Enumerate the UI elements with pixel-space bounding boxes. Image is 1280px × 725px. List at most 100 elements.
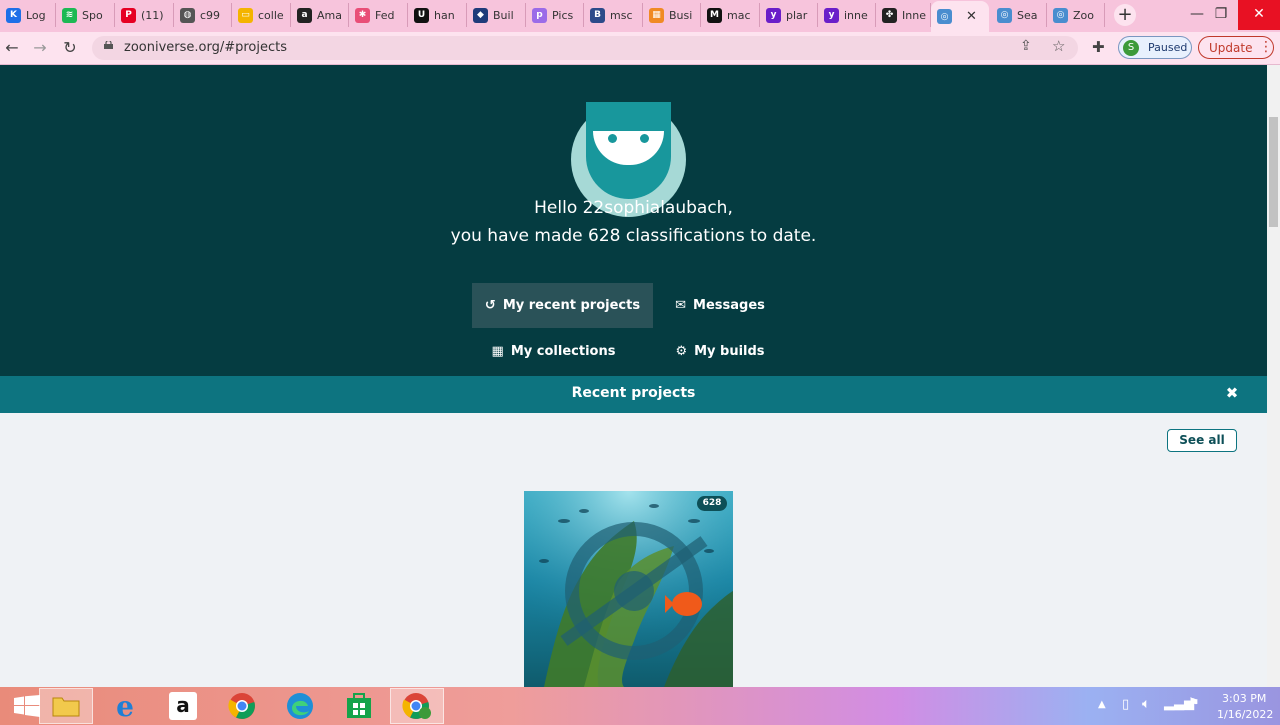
new-tab-button[interactable]: + <box>1114 4 1136 26</box>
profile-button[interactable]: S Paused <box>1118 36 1192 59</box>
avatar-face <box>586 102 671 199</box>
tab-favicon-icon: K <box>6 7 21 23</box>
maximize-button[interactable]: ❐ <box>1200 0 1242 30</box>
scroll-thumb[interactable] <box>1269 117 1278 227</box>
profile-hero: Hello 22sophialaubach, you have made 628… <box>0 65 1267 376</box>
ie-icon: e <box>116 689 134 723</box>
browser-tab[interactable]: ◎ Sea <box>991 3 1047 27</box>
update-button[interactable]: Update ⋮ <box>1198 36 1274 59</box>
tab-favicon-icon: ◎ <box>1053 7 1068 23</box>
browser-tab[interactable]: ▭ colle <box>232 3 291 27</box>
tab-favicon-icon: M <box>707 7 722 23</box>
window-close-button[interactable]: ✕ <box>1238 0 1280 30</box>
volume-icon[interactable]: 🔈︎ <box>1142 696 1150 712</box>
share-icon[interactable]: ⇪ <box>1020 38 1032 54</box>
tab-title: mac <box>727 8 751 22</box>
tab-favicon-icon: ✱ <box>355 7 370 23</box>
folder-icon <box>52 697 80 717</box>
classification-count-badge: 628 <box>697 496 727 511</box>
chrome-taskbar[interactable] <box>215 688 269 724</box>
browser-tab[interactable]: ▦ Busi <box>643 3 701 27</box>
browser-tab[interactable]: ◎ ✕ <box>931 1 989 32</box>
tab-title: c99 <box>200 8 221 22</box>
browser-tab[interactable]: P (11) <box>115 3 174 27</box>
see-all-button[interactable]: See all <box>1167 429 1237 452</box>
action-center-icon[interactable]: ⚑ <box>1188 696 1200 711</box>
tab-favicon-icon: p <box>532 7 547 23</box>
store-taskbar[interactable] <box>332 688 386 724</box>
tab-title: Sea <box>1017 8 1038 22</box>
browser-tab[interactable]: ◆ Buil <box>467 3 526 27</box>
page-scrollbar[interactable] <box>1267 65 1280 687</box>
browser-tab[interactable]: y inne <box>818 3 876 27</box>
tab-favicon-icon: U <box>414 7 429 23</box>
nav-collections-label: My collections <box>510 344 616 359</box>
edge-taskbar[interactable] <box>273 688 327 724</box>
browser-tab[interactable]: p Pics <box>526 3 584 27</box>
browser-tab[interactable]: Uhan <box>408 3 467 27</box>
tab-favicon-icon: a <box>297 7 312 23</box>
file-explorer-taskbar[interactable] <box>39 688 93 724</box>
clock-time[interactable]: 3:03 PM <box>1222 692 1266 705</box>
browser-tab[interactable]: ◍ c99 <box>174 3 232 27</box>
nav-recent-projects[interactable]: ↺ My recent projects <box>472 283 653 328</box>
address-bar[interactable]: zooniverse.org/#projects ⇪ ☆ <box>92 36 1078 60</box>
browser-tab[interactable]: a Ama <box>291 3 349 27</box>
history-icon: ↺ <box>484 298 496 313</box>
nav-recent-label: My recent projects <box>502 298 641 313</box>
tab-favicon-icon: ✤ <box>882 7 897 23</box>
browser-tab[interactable]: ≋ Spo <box>56 3 115 27</box>
tab-close-icon[interactable]: ✕ <box>966 9 977 24</box>
lock-icon <box>104 41 113 49</box>
envelope-icon: ✉ <box>675 298 687 313</box>
amazon-taskbar[interactable]: a <box>156 688 210 724</box>
tab-favicon-icon: ≋ <box>62 7 77 23</box>
edge-icon <box>287 693 313 719</box>
nav-my-collections[interactable]: ▦ My collections <box>472 329 635 374</box>
back-icon[interactable]: ← <box>2 38 22 58</box>
tab-title: (11) <box>141 8 164 22</box>
tab-favicon-icon: ▦ <box>649 7 664 23</box>
browser-tab[interactable]: y plar <box>760 3 818 27</box>
menu-dots-icon: ⋮ <box>1259 39 1273 55</box>
tab-title: plar <box>786 8 808 22</box>
internet-explorer-taskbar[interactable]: e <box>98 688 152 724</box>
browser-tab[interactable]: ◎ Zoo <box>1047 3 1105 27</box>
nav-messages[interactable]: ✉ Messages <box>650 283 790 328</box>
tab-favicon-icon: ◎ <box>937 9 952 24</box>
tab-favicon-icon: ▭ <box>238 7 253 23</box>
browser-tab[interactable]: Bmsc <box>584 3 643 27</box>
avatar: S <box>1123 40 1139 56</box>
extensions-icon[interactable]: ✚ <box>1092 38 1105 56</box>
tab-favicon-icon: B <box>590 7 605 23</box>
forward-icon[interactable]: → <box>30 38 50 58</box>
browser-tab[interactable]: K Log <box>0 3 56 27</box>
browser-tab[interactable]: Mmac <box>701 3 760 27</box>
classification-summary: you have made 628 classifications to dat… <box>450 226 817 246</box>
tab-title: Inne <box>902 8 926 22</box>
tab-strip: K Log ≋ Spo P (11) ◍ c99 ▭ colle a Ama ✱ Fed Uhan ◆ Buil… <box>0 0 1280 32</box>
grid-icon: ▦ <box>491 344 504 359</box>
clock-date[interactable]: 1/16/2022 <box>1217 708 1273 721</box>
avatar-eyes <box>593 131 664 165</box>
store-icon <box>347 693 371 718</box>
greeting: Hello 22sophialaubach, <box>534 198 733 218</box>
chrome-profile-icon <box>402 693 431 719</box>
amazon-icon: a <box>169 692 197 720</box>
project-thumbnail <box>524 491 733 687</box>
chrome-profile-taskbar[interactable] <box>390 688 444 724</box>
tab-title: inne <box>844 8 868 22</box>
battery-icon[interactable]: ▯ <box>1122 697 1129 712</box>
browser-tab[interactable]: ✤ Inne <box>876 3 931 27</box>
nav-my-builds[interactable]: ⚙ My builds <box>650 329 790 374</box>
bookmark-star-icon[interactable]: ☆ <box>1052 37 1065 55</box>
section-title: Recent projects <box>571 385 696 401</box>
close-icon[interactable]: ✖ <box>1224 384 1240 402</box>
reload-icon[interactable]: ↻ <box>60 38 80 58</box>
url-text: zooniverse.org/#projects <box>124 40 288 55</box>
project-card[interactable] <box>524 491 733 687</box>
tab-title: Fed <box>375 8 395 22</box>
tray-expand-icon[interactable]: ▲ <box>1098 699 1106 710</box>
tab-title: Pics <box>552 8 574 22</box>
browser-tab[interactable]: ✱ Fed <box>349 3 408 27</box>
